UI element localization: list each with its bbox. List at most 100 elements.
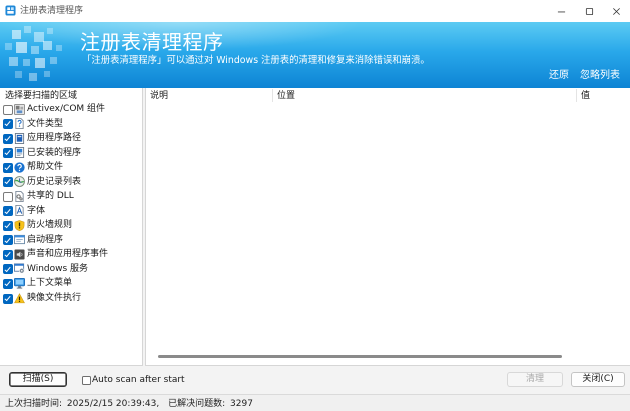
decor-square: [9, 57, 18, 66]
banner-decoration: [5, 26, 62, 81]
scan-area-item[interactable]: 字体: [0, 205, 142, 217]
font-icon: [14, 205, 25, 217]
decor-square: [5, 43, 12, 50]
column-divider[interactable]: [272, 89, 273, 102]
scan-area-label[interactable]: 历史记录列表: [27, 176, 81, 188]
minimize-icon: [557, 11, 566, 12]
warning-icon: [14, 292, 25, 304]
scan-area-item[interactable]: 启动程序: [0, 234, 142, 246]
status-bar: 上次扫描时间: 2025/2/15 20:39:43, 已解决问题数: 3297: [0, 394, 630, 411]
resolved-count: 3297: [230, 399, 253, 409]
column-header-value[interactable]: 值: [581, 90, 590, 102]
page-title: 注册表清理程序: [80, 30, 224, 54]
close-icon: [613, 7, 620, 15]
column-divider[interactable]: [576, 89, 577, 102]
maximize-icon: [585, 7, 594, 15]
scan-area-item[interactable]: 应用程序路径: [0, 132, 142, 144]
shared-dll-icon: [14, 190, 25, 202]
auto-scan-label[interactable]: Auto scan after start: [92, 374, 185, 386]
minimize-button[interactable]: [548, 0, 575, 22]
scan-area-item[interactable]: 映像文件执行: [0, 292, 142, 304]
auto-scan-checkbox[interactable]: [82, 376, 91, 385]
maximize-button[interactable]: [576, 0, 603, 22]
last-scan-label: 上次扫描时间:: [5, 399, 63, 409]
scan-area-checkbox[interactable]: [3, 177, 13, 188]
scan-area-item[interactable]: 文件类型: [0, 118, 142, 130]
scan-area-checkbox[interactable]: [3, 133, 13, 144]
scan-area-item[interactable]: 防火墙规则: [0, 219, 142, 231]
horizontal-scrollbar[interactable]: [158, 355, 562, 358]
scan-area-checkbox[interactable]: [3, 191, 13, 202]
history-icon: [14, 176, 25, 188]
app-path-icon: [14, 132, 25, 144]
restore-link[interactable]: 还原: [549, 69, 569, 82]
scan-area-checkbox[interactable]: [3, 119, 13, 130]
scan-button[interactable]: 扫描(S): [9, 372, 67, 387]
scan-area-panel: 选择要扫描的区域 Activex/COM 组件 文件类型应用程序路径 已安装的程序帮…: [0, 88, 143, 366]
decor-square: [35, 58, 45, 68]
scan-area-item[interactable]: 共享的 DLL: [0, 190, 142, 202]
help-icon: [14, 162, 25, 173]
scan-area-list[interactable]: Activex/COM 组件 文件类型应用程序路径 已安装的程序 帮助文件历史记录列表…: [0, 103, 142, 363]
decor-square: [34, 32, 44, 42]
column-header-location[interactable]: 位置: [277, 90, 295, 102]
scan-area-item[interactable]: Activex/COM 组件: [0, 103, 142, 115]
context-menu-icon: [14, 277, 25, 289]
scan-area-label[interactable]: 上下文菜单: [27, 277, 72, 289]
scan-area-checkbox[interactable]: [3, 104, 13, 115]
scan-area-item[interactable]: 上下文菜单: [0, 277, 142, 289]
decor-square: [56, 45, 62, 51]
scan-area-label[interactable]: Windows 服务: [27, 263, 88, 275]
close-button[interactable]: [603, 0, 630, 22]
ignore-list-link[interactable]: 忽略列表: [580, 69, 620, 82]
scan-area-label[interactable]: 映像文件执行: [27, 292, 81, 304]
decor-square: [44, 71, 50, 77]
decor-square: [47, 28, 53, 34]
scan-area-label[interactable]: 文件类型: [27, 118, 63, 130]
scan-area-checkbox[interactable]: [3, 148, 13, 159]
scan-area-checkbox[interactable]: [3, 293, 13, 304]
decor-square: [29, 73, 37, 81]
header-banner: 注册表清理程序 「注册表清理程序」可以通过对 Windows 注册表的清理和修复…: [0, 22, 630, 88]
title-bar[interactable]: 注册表清理程序: [0, 0, 630, 22]
scan-area-item[interactable]: Windows 服务: [0, 263, 142, 275]
scan-area-label[interactable]: 共享的 DLL: [27, 190, 74, 202]
scan-area-item[interactable]: 帮助文件: [0, 161, 142, 173]
scan-area-label[interactable]: 声音和应用程序事件: [27, 248, 108, 260]
scan-area-checkbox[interactable]: [3, 220, 13, 231]
close-dialog-button[interactable]: 关闭(C): [571, 372, 625, 387]
scan-area-label[interactable]: 帮助文件: [27, 161, 63, 173]
decor-square: [15, 71, 22, 78]
page-subtitle: 「注册表清理程序」可以通过对 Windows 注册表的清理和修复来消除错误和崩溃…: [82, 55, 430, 66]
scan-area-label[interactable]: 防火墙规则: [27, 219, 72, 231]
results-table[interactable]: 说明 位置 值: [145, 88, 630, 366]
scan-area-header: 选择要扫描的区域: [5, 91, 78, 101]
decor-square: [31, 46, 39, 54]
scan-area-label[interactable]: 字体: [27, 205, 45, 217]
status-text: 上次扫描时间: 2025/2/15 20:39:43, 已解决问题数: 3297: [5, 398, 253, 410]
scan-area-item[interactable]: 已安装的程序: [0, 147, 142, 159]
scan-area-item[interactable]: 历史记录列表: [0, 176, 142, 188]
scan-area-label[interactable]: 启动程序: [27, 234, 63, 246]
decor-square: [12, 30, 21, 39]
scan-area-checkbox[interactable]: [3, 235, 13, 246]
scan-area-label[interactable]: 已安装的程序: [27, 147, 81, 159]
scan-area-label[interactable]: 应用程序路径: [27, 132, 81, 144]
firewall-shield-icon: [14, 219, 25, 231]
scan-area-checkbox[interactable]: [3, 278, 13, 289]
resolved-count-label: 已解决问题数:: [168, 399, 226, 409]
sound-icon: [14, 249, 25, 260]
scan-area-item[interactable]: 声音和应用程序事件: [0, 248, 142, 260]
column-header-description[interactable]: 说明: [150, 90, 168, 102]
scan-area-checkbox[interactable]: [3, 264, 13, 275]
scan-area-checkbox[interactable]: [3, 249, 13, 260]
scan-area-checkbox[interactable]: [3, 162, 13, 173]
file-type-icon: [14, 118, 25, 130]
startup-program-icon: [14, 234, 25, 245]
decor-square: [43, 41, 52, 50]
clean-button[interactable]: 清理: [507, 372, 563, 387]
scan-area-label[interactable]: Activex/COM 组件: [27, 103, 105, 115]
scan-area-checkbox[interactable]: [3, 206, 13, 217]
windows-service-icon: [14, 263, 25, 274]
registry-cleaner-window: 注册表清理程序 注册表清理程序 「注册表清理程序」可以通过对 Windows 注…: [0, 0, 630, 411]
